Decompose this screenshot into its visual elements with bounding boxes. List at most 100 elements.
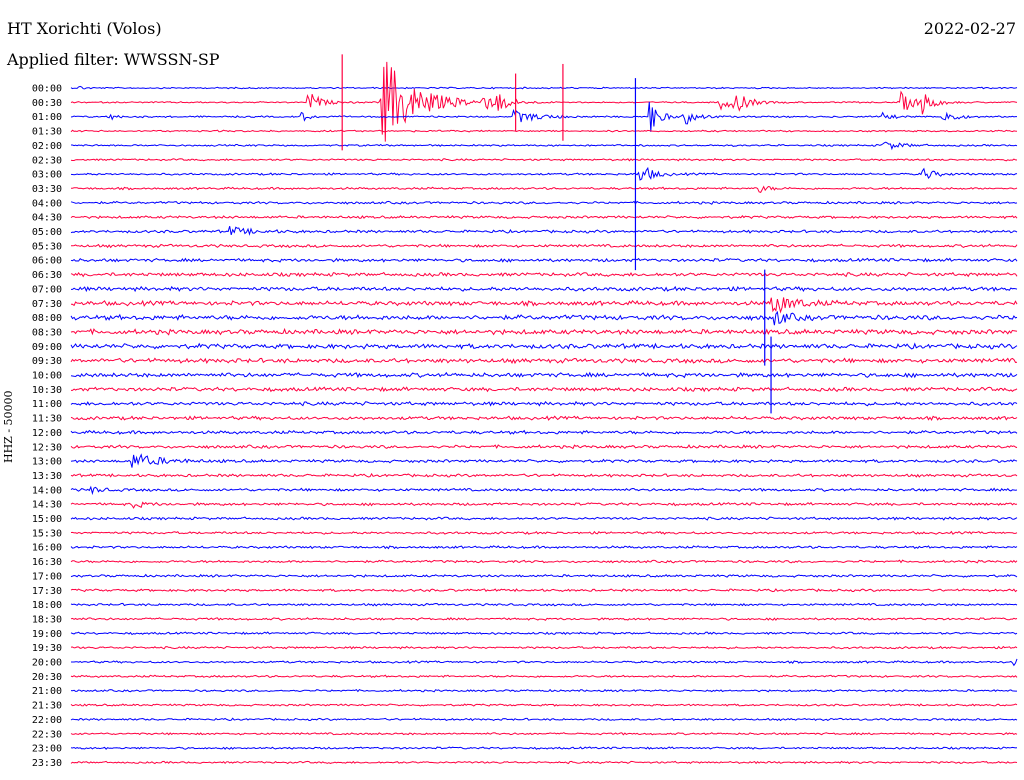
row-label-0100: 01:00 <box>32 112 62 123</box>
row-label-0200: 02:00 <box>32 141 62 152</box>
trace-2130 <box>70 703 1018 707</box>
row-label-1500: 15:00 <box>32 514 62 525</box>
trace-2330 <box>70 760 1018 765</box>
row-label-2030: 20:30 <box>32 672 62 683</box>
trace-2300 <box>70 746 1018 750</box>
row-label-0500: 05:00 <box>32 227 62 238</box>
trace-0900 <box>70 342 1018 350</box>
trace-2000 <box>71 658 1018 667</box>
trace-1700 <box>70 573 1018 578</box>
row-time-labels: 00:00 00:30 01:00 01:30 02:00 02:30 03:00 03:30… <box>32 84 62 769</box>
trace-1400 <box>70 485 1018 496</box>
trace-1430 <box>70 501 1018 509</box>
row-label-2000: 20:00 <box>32 658 62 669</box>
row-label-0400: 04:00 <box>32 198 62 209</box>
row-label-1100: 11:00 <box>32 399 62 410</box>
trace-0330 <box>70 185 1018 194</box>
trace-1500 <box>70 516 1018 521</box>
station-title: HT Xorichti (Volos) <box>7 19 162 38</box>
row-label-1200: 12:00 <box>32 428 62 439</box>
trace-1600 <box>70 545 1018 550</box>
trace-0430 <box>70 215 1018 220</box>
trace-1200 <box>70 429 1018 435</box>
row-label-0230: 02:30 <box>32 155 62 166</box>
row-label-1830: 18:30 <box>32 614 62 625</box>
trace-rows <box>70 54 1018 765</box>
trace-1630 <box>70 559 1018 564</box>
trace-1930 <box>70 645 1018 650</box>
row-label-1600: 16:00 <box>32 543 62 554</box>
row-label-0830: 08:30 <box>32 327 62 338</box>
row-label-0730: 07:30 <box>32 299 62 310</box>
row-label-2130: 21:30 <box>32 701 62 712</box>
channel-label: HHZ - 50000 <box>2 390 15 463</box>
trace-0830 <box>70 327 1018 336</box>
date-label: 2022-02-27 <box>923 19 1016 38</box>
row-label-1000: 10:00 <box>32 371 62 382</box>
row-label-2200: 22:00 <box>32 715 62 726</box>
row-label-0300: 03:00 <box>32 170 62 181</box>
row-label-0430: 04:30 <box>32 213 62 224</box>
row-label-0530: 05:30 <box>32 241 62 252</box>
row-label-0600: 06:00 <box>32 256 62 267</box>
trace-1900 <box>70 631 1018 636</box>
row-label-1700: 17:00 <box>32 571 62 582</box>
trace-0700 <box>71 285 1018 293</box>
row-label-2230: 22:30 <box>32 729 62 740</box>
trace-1300 <box>70 453 1018 468</box>
row-label-0630: 06:30 <box>32 270 62 281</box>
trace-0930 <box>70 357 1018 365</box>
row-label-1130: 11:30 <box>32 414 62 425</box>
row-label-1900: 19:00 <box>32 629 62 640</box>
row-label-1230: 12:30 <box>32 442 62 453</box>
trace-0100 <box>70 101 1017 132</box>
row-label-2100: 21:00 <box>32 686 62 697</box>
trace-0800 <box>70 310 1018 326</box>
row-label-0900: 09:00 <box>32 342 62 353</box>
row-label-0330: 03:30 <box>32 184 62 195</box>
row-label-0800: 08:00 <box>32 313 62 324</box>
trace-0130 <box>70 129 1018 133</box>
row-label-1300: 13:00 <box>32 457 62 468</box>
row-label-1530: 15:30 <box>32 528 62 539</box>
trace-0200 <box>71 141 1018 151</box>
trace-0030 <box>70 61 1018 142</box>
trace-1100 <box>70 400 1018 407</box>
trace-0400 <box>70 200 1018 205</box>
trace-1730 <box>70 588 1018 593</box>
trace-0630 <box>70 271 1018 278</box>
trace-1030 <box>71 386 1018 393</box>
trace-1530 <box>70 530 1018 535</box>
row-label-1400: 14:00 <box>32 485 62 496</box>
trace-1130 <box>70 415 1018 421</box>
trace-0530 <box>70 243 1018 249</box>
row-label-1430: 14:30 <box>32 500 62 511</box>
trace-0500 <box>70 226 1018 236</box>
row-label-0030: 00:30 <box>32 98 62 109</box>
trace-0600 <box>70 257 1018 263</box>
trace-1000 <box>70 371 1018 379</box>
row-label-2300: 23:00 <box>32 744 62 755</box>
row-label-0930: 09:30 <box>32 356 62 367</box>
trace-2100 <box>70 688 1017 693</box>
row-label-1730: 17:30 <box>32 586 62 597</box>
helicorder-plot: 00:00 00:30 01:00 01:30 02:00 02:30 03:00 03:30… <box>32 54 1018 769</box>
trace-1330 <box>70 472 1018 478</box>
row-label-0000: 00:00 <box>32 84 62 95</box>
row-label-2330: 23:30 <box>32 758 62 769</box>
trace-0230 <box>70 158 1018 162</box>
trace-0300 <box>70 166 1018 181</box>
row-label-1030: 10:30 <box>32 385 62 396</box>
trace-0730 <box>71 297 1018 314</box>
row-label-0700: 07:00 <box>32 284 62 295</box>
trace-1830 <box>70 617 1018 621</box>
trace-1800 <box>70 602 1018 607</box>
trace-2230 <box>70 731 1018 736</box>
row-label-1330: 13:30 <box>32 471 62 482</box>
row-label-1630: 16:30 <box>32 557 62 568</box>
filter-label: Applied filter: WWSSN-SP <box>7 50 220 69</box>
row-label-1930: 19:30 <box>32 643 62 654</box>
row-label-0130: 01:30 <box>32 127 62 138</box>
row-label-1800: 18:00 <box>32 600 62 611</box>
trace-2030 <box>70 674 1018 678</box>
